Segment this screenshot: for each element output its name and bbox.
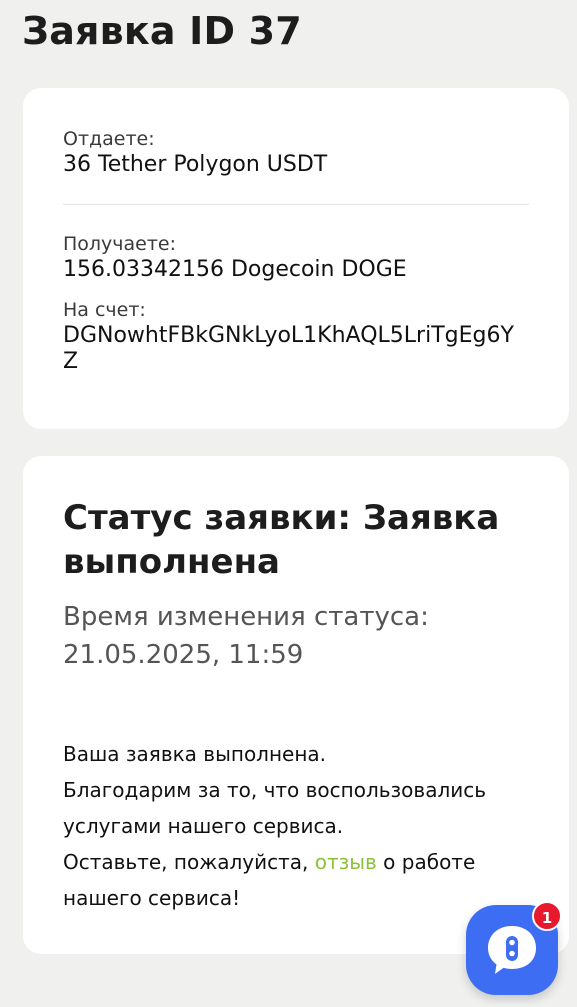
chat-notification-badge: 1 [532, 901, 562, 931]
account-label: На счет: [63, 299, 146, 321]
status-heading: Статус заявки: Заявка выполнена [63, 498, 500, 582]
chat-bubble-icon [488, 926, 536, 974]
divider [63, 204, 529, 205]
message-line-completed: Ваша заявка выполнена. [63, 742, 327, 766]
review-link[interactable]: отзыв [315, 850, 377, 874]
status-card: Статус заявки: Заявка выполнена Время из… [23, 456, 569, 954]
receive-value: 156.03342156 Dogecoin DOGE [63, 257, 407, 282]
message-review-before: Оставьте, пожалуйста, [63, 850, 315, 874]
status-time-value: 21.05.2025, 11:59 [63, 640, 304, 670]
exchange-details-card: Отдаете: 36 Tether Polygon USDT Получает… [23, 88, 569, 429]
account-value: DGNowhtFBkGNkLyoL1KhAQL5LriTgEg6YZ [63, 323, 514, 374]
give-value: 36 Tether Polygon USDT [63, 152, 328, 177]
message-line-thanks: Благодарим за то, что воспользовались ус… [63, 778, 487, 838]
status-message: Ваша заявка выполнена. Благодарим за то,… [63, 736, 529, 916]
give-label: Отдаете: [63, 128, 155, 150]
page-title: Заявка ID 37 [22, 9, 302, 53]
receive-label: Получаете: [63, 233, 177, 255]
message-line-review: Оставьте, пожалуйста, отзыв о работе наш… [63, 844, 529, 916]
status-time-label: Время изменения статуса: [63, 602, 429, 632]
